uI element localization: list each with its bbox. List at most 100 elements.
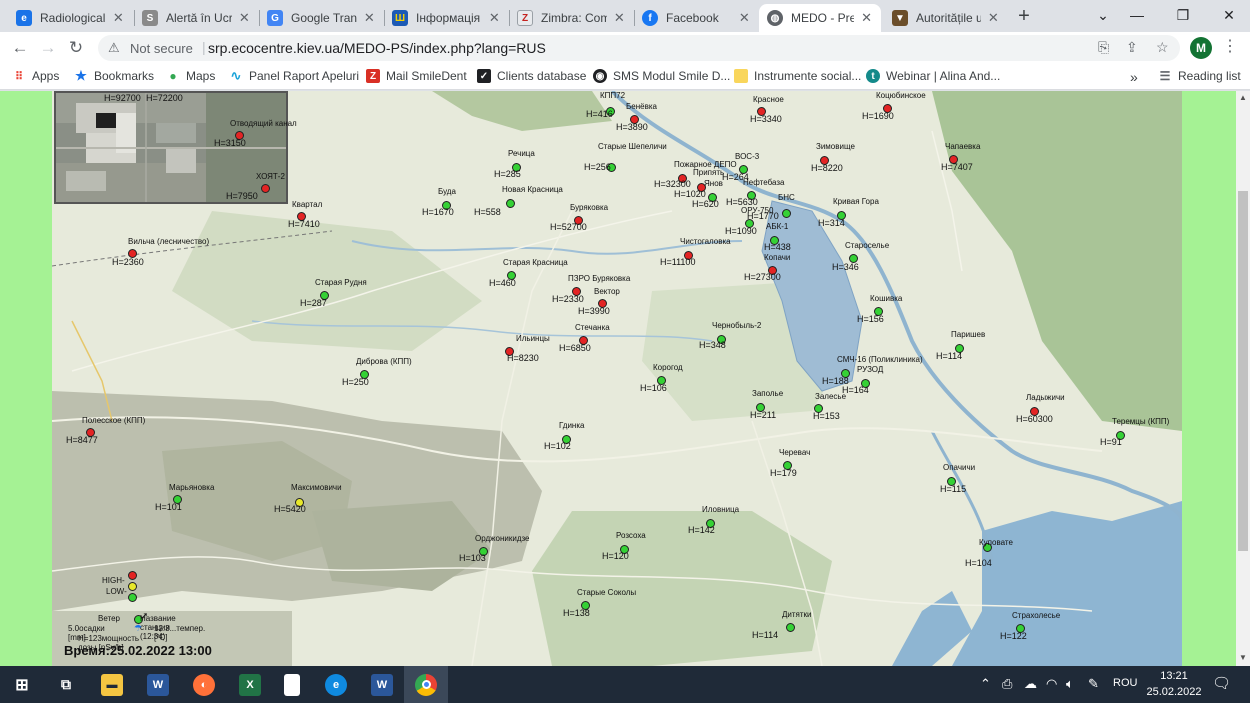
new-tab-button[interactable]: + — [1012, 5, 1036, 29]
reading-list-button[interactable]: ☰ Reading list — [1158, 69, 1241, 83]
tab-title: MEDO - Prese — [791, 11, 855, 25]
station-name: Розсоха — [616, 531, 646, 540]
address-bar[interactable]: ⚠ Not secure | srp.ecocentre.kiev.ua/MED… — [98, 35, 1180, 61]
bookmark-sms-modul[interactable]: ◉ SMS Modul Smile D... — [593, 69, 730, 83]
tab-facebook[interactable]: f Facebook ✕ — [634, 4, 759, 32]
station-name: Квартал — [292, 200, 323, 209]
bookmark-label: Panel Raport Apeluri — [249, 69, 360, 83]
tab-zimbra[interactable]: Z Zimbra: Comp ✕ — [509, 4, 634, 32]
station-name: СМЧ-16 (Поликлиника) — [837, 355, 923, 364]
taskbar-chrome[interactable] — [404, 666, 448, 703]
close-icon[interactable]: ✕ — [488, 10, 501, 26]
wifi-icon[interactable]: ◠ — [1046, 676, 1057, 692]
tray-chevron-icon[interactable]: ⌃ — [980, 676, 991, 692]
onedrive-icon[interactable]: ☁ — [1024, 676, 1037, 692]
taskbar-excel[interactable]: X — [228, 666, 272, 703]
scrollbar-thumb[interactable] — [1238, 191, 1248, 551]
profile-avatar[interactable]: M — [1190, 37, 1212, 59]
not-secure-label[interactable]: Not secure — [130, 41, 193, 56]
bookmark-bookmarks[interactable]: ★ Bookmarks — [74, 68, 154, 83]
share-icon[interactable]: ⇪ — [1126, 39, 1138, 56]
bookmark-label: Apps — [32, 69, 60, 83]
reading-list-icon: ☰ — [1159, 69, 1171, 83]
taskbar-word[interactable]: W — [136, 666, 180, 703]
station-name: Староселье — [845, 241, 890, 250]
station-dose-value: H=114 — [752, 630, 779, 640]
taskbar-firefox[interactable]: ◐ — [182, 666, 226, 703]
close-icon[interactable]: ✕ — [738, 10, 751, 26]
chrome-icon — [415, 673, 437, 696]
station-dose-value: H=558 — [474, 207, 501, 217]
taskbar-file-explorer[interactable]: ▬ — [90, 666, 134, 703]
close-icon[interactable]: ✕ — [112, 10, 125, 26]
edge-icon: e — [325, 673, 347, 696]
taskbar-edge[interactable]: e — [314, 666, 358, 703]
minimize-button[interactable]: — — [1114, 0, 1160, 30]
bookmark-maps[interactable]: ● Maps — [166, 69, 215, 83]
bookmark-instrumente[interactable]: ■ Instrumente social... — [734, 69, 861, 83]
station-name: Бенёвка — [626, 102, 657, 111]
tab-google-translate[interactable]: G Google Transl ✕ — [259, 4, 384, 32]
warning-triangle-icon[interactable]: ⚠ — [108, 40, 120, 56]
task-view-icon: ⧉ — [61, 676, 71, 692]
bookmark-star-icon[interactable]: ☆ — [1156, 39, 1169, 56]
close-icon[interactable]: ✕ — [613, 10, 626, 26]
word-icon: W — [147, 673, 169, 696]
station-dot[interactable] — [261, 184, 270, 193]
kebab-menu-icon[interactable]: ⋮ — [1222, 36, 1238, 56]
bookmark-panel-raport[interactable]: ∿ Panel Raport Apeluri — [229, 68, 360, 83]
url-text[interactable]: srp.ecocentre.kiev.ua/MEDO-PS/index.php?… — [208, 40, 546, 56]
close-icon[interactable]: ✕ — [363, 10, 376, 26]
restore-button[interactable]: ❐ — [1160, 0, 1206, 30]
forward-button[interactable]: → — [36, 36, 60, 60]
folder-icon: ▬ — [101, 673, 123, 696]
station-dose-value: H=285 — [494, 169, 521, 179]
rain-icon: ☂ — [134, 623, 143, 633]
ukraine-emblem-icon: Ш — [392, 10, 408, 26]
clock-date[interactable]: 25.02.2022 — [1145, 686, 1203, 698]
document-icon: . — [284, 673, 300, 696]
task-view-button[interactable]: ⧉ — [44, 666, 88, 703]
volume-icon[interactable]: 🔈︎ — [1066, 676, 1074, 692]
pen-icon[interactable]: ✎ — [1088, 676, 1099, 692]
legend-high-label: HIGH- — [102, 576, 125, 585]
station-name: Орджоникидзе — [475, 534, 530, 543]
bookmark-clients-database[interactable]: ✓ Clients database — [477, 69, 586, 83]
input-language[interactable]: ROU — [1113, 677, 1137, 689]
scroll-up-arrow-icon[interactable]: ▲ — [1239, 93, 1247, 102]
station-dose-value: H=8230 — [507, 353, 539, 363]
scroll-down-arrow-icon[interactable]: ▼ — [1239, 653, 1247, 662]
tab-informatsiya[interactable]: Ш Інформація ✕ — [384, 4, 509, 32]
notifications-icon[interactable]: 🗨︎ — [1212, 674, 1231, 692]
close-window-button[interactable]: ✕ — [1206, 0, 1250, 30]
bookmark-webinar[interactable]: t Webinar | Alina And... — [866, 69, 1000, 83]
station-dose-value: H=1020 — [674, 189, 706, 199]
radiation-map[interactable]: H=92700 H=72200 Отводящий канал H=3150 ХОЯТ-… — [52, 91, 1182, 666]
close-icon[interactable]: ✕ — [987, 10, 1000, 26]
close-icon[interactable]: ✕ — [860, 10, 873, 26]
bookmark-apps[interactable]: ⠿ Apps — [12, 69, 59, 83]
station-name: Янов — [704, 179, 723, 188]
tab-radiological[interactable]: e Radiological ✕ — [8, 4, 133, 32]
station-name: Заполье — [752, 389, 784, 398]
station-name: Старые Шепеличи — [598, 142, 667, 151]
tab-alerta[interactable]: S Alertă în Ucra ✕ — [134, 4, 259, 32]
meet-now-icon[interactable]: ⎙ — [1002, 676, 1012, 692]
station-dot[interactable] — [782, 209, 791, 218]
translate-page-icon[interactable]: ⎘ — [1098, 39, 1109, 56]
bookmark-mail-smiledent[interactable]: Z Mail SmileDent — [366, 69, 467, 83]
clock-time[interactable]: 13:21 — [1154, 670, 1194, 682]
taskbar-word-2[interactable]: W — [360, 666, 404, 703]
page-scrollbar[interactable]: ▲ ▼ — [1236, 91, 1250, 666]
start-button[interactable]: ⊞ — [0, 666, 44, 703]
tab-medo[interactable]: ◍ MEDO - Prese ✕ — [759, 4, 881, 32]
reload-button[interactable]: ↻ — [64, 36, 88, 60]
station-dot[interactable] — [506, 199, 515, 208]
close-icon[interactable]: ✕ — [238, 10, 251, 26]
tab-autoritatile[interactable]: ▼ Autoritățile u ✕ — [884, 4, 1008, 32]
legend-high-dot — [128, 571, 137, 580]
bookmarks-overflow-chevron-icon[interactable]: » — [1130, 69, 1138, 85]
back-button[interactable]: ← — [8, 36, 32, 60]
station-dot[interactable] — [786, 623, 795, 632]
taskbar-blank-document[interactable]: . — [270, 666, 314, 703]
